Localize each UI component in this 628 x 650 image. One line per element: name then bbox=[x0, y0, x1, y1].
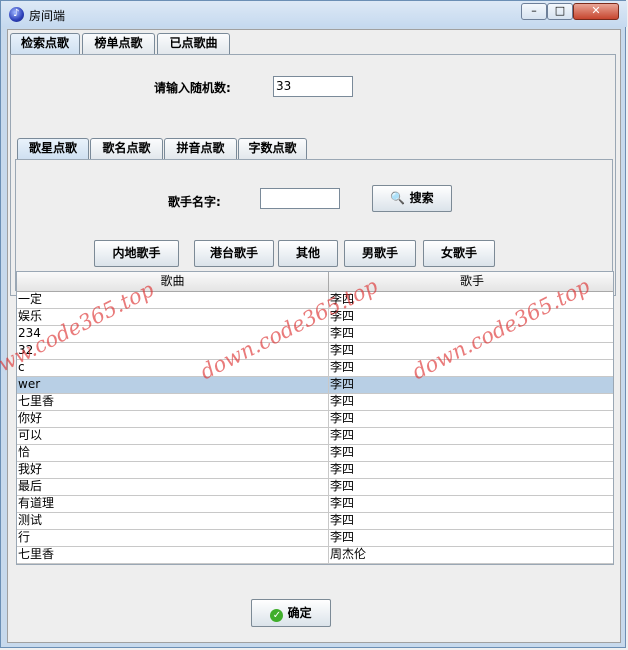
singer-cell: 周杰伦 bbox=[330, 547, 367, 561]
other-singers-button[interactable]: 其他 bbox=[278, 240, 338, 267]
random-number-input[interactable]: 33 bbox=[273, 76, 353, 97]
song-cell: 娱乐 bbox=[18, 309, 43, 323]
search-icon: 🔍 bbox=[390, 191, 406, 205]
table-row[interactable]: 娱乐 李四 bbox=[17, 309, 613, 326]
singer-name-input[interactable] bbox=[260, 188, 340, 209]
song-table[interactable]: 歌曲 歌手 一定 李四 娱乐 李四 234 李四 32 李四 c 李四 wer 李四 七里香 李四 你好 李四… bbox=[16, 271, 614, 565]
male-singers-button[interactable]: 男歌手 bbox=[344, 240, 416, 267]
table-row[interactable]: 可以 李四 bbox=[17, 428, 613, 445]
table-row[interactable]: 行 李四 bbox=[17, 530, 613, 547]
tab-search-songs[interactable]: 检索点歌 bbox=[10, 33, 80, 54]
song-cell: 234 bbox=[18, 326, 41, 340]
song-cell: 最后 bbox=[18, 479, 43, 493]
singer-cell: 刘若英 bbox=[330, 564, 614, 565]
singer-cell: 李四 bbox=[330, 513, 355, 527]
search-panel: 请输入随机数: 33 歌星点歌 歌名点歌 拼音点歌 字数点歌 歌手名字: 🔍 搜… bbox=[10, 54, 616, 296]
singer-cell: 李四 bbox=[330, 394, 355, 408]
window-title: 房间端 bbox=[29, 9, 66, 23]
column-divider bbox=[328, 292, 329, 564]
singer-cell: 李四 bbox=[330, 479, 355, 493]
column-header-song[interactable]: 歌曲 bbox=[17, 272, 329, 291]
singer-cell: 李四 bbox=[330, 360, 355, 374]
song-cell: 恰 bbox=[18, 445, 31, 459]
female-singers-button[interactable]: 女歌手 bbox=[423, 240, 495, 267]
confirm-button[interactable]: ✓ 确定 bbox=[251, 599, 331, 627]
table-row[interactable]: 测试 李四 bbox=[17, 513, 613, 530]
search-button[interactable]: 🔍 搜索 bbox=[372, 185, 452, 212]
table-row[interactable]: 最后 李四 bbox=[17, 479, 613, 496]
singer-cell: 李四 bbox=[330, 445, 355, 459]
table-row[interactable]: 后来刘若英 bbox=[17, 564, 614, 565]
song-cell: wer bbox=[18, 377, 41, 391]
song-cell: 一定 bbox=[18, 292, 43, 306]
table-header: 歌曲 歌手 bbox=[17, 272, 613, 292]
title-bar: ♪ 房间端 – □ ✕ bbox=[1, 1, 627, 27]
table-row[interactable]: 七里香 周杰伦 bbox=[17, 547, 613, 564]
table-row[interactable]: 一定 李四 bbox=[17, 292, 613, 309]
song-cell: 我好 bbox=[18, 462, 43, 476]
table-row[interactable]: 我好 李四 bbox=[17, 462, 613, 479]
confirm-button-label: 确定 bbox=[287, 606, 312, 620]
tab-by-singer[interactable]: 歌星点歌 bbox=[17, 138, 89, 159]
song-cell: 32 bbox=[18, 343, 34, 357]
search-button-label: 搜索 bbox=[409, 191, 434, 205]
singer-cell: 李四 bbox=[330, 496, 355, 510]
tab-chart-songs[interactable]: 榜单点歌 bbox=[82, 33, 155, 54]
close-button[interactable]: ✕ bbox=[573, 3, 619, 20]
singer-cell: 李四 bbox=[330, 292, 355, 306]
tab-by-pinyin[interactable]: 拼音点歌 bbox=[164, 138, 237, 159]
table-row[interactable]: wer 李四 bbox=[17, 377, 613, 394]
song-cell: 测试 bbox=[18, 513, 43, 527]
tab-by-char-count[interactable]: 字数点歌 bbox=[238, 138, 307, 159]
song-cell: 七里香 bbox=[18, 547, 55, 561]
hk-taiwan-singers-button[interactable]: 港台歌手 bbox=[194, 240, 274, 267]
table-row[interactable]: 你好 李四 bbox=[17, 411, 613, 428]
maximize-button[interactable]: □ bbox=[547, 3, 573, 20]
singer-cell: 李四 bbox=[330, 530, 355, 544]
song-cell: 可以 bbox=[18, 428, 43, 442]
tab-by-song-name[interactable]: 歌名点歌 bbox=[90, 138, 163, 159]
table-row[interactable]: 有道理 李四 bbox=[17, 496, 613, 513]
singer-cell: 李四 bbox=[330, 462, 355, 476]
song-cell: 你好 bbox=[18, 411, 43, 425]
singer-cell: 李四 bbox=[330, 326, 355, 340]
table-row[interactable]: 32 李四 bbox=[17, 343, 613, 360]
song-cell: c bbox=[18, 360, 25, 374]
table-row[interactable]: 234 李四 bbox=[17, 326, 613, 343]
table-row[interactable]: c 李四 bbox=[17, 360, 613, 377]
check-icon: ✓ bbox=[270, 609, 284, 622]
table-row[interactable]: 恰 李四 bbox=[17, 445, 613, 462]
mainland-singers-button[interactable]: 内地歌手 bbox=[94, 240, 179, 267]
tab-ordered-songs[interactable]: 已点歌曲 bbox=[157, 33, 230, 54]
singer-cell: 李四 bbox=[330, 343, 355, 357]
column-header-singer[interactable]: 歌手 bbox=[329, 272, 613, 291]
random-number-label: 请输入随机数: bbox=[154, 81, 231, 95]
table-row[interactable]: 七里香 李四 bbox=[17, 394, 613, 411]
singer-cell: 李四 bbox=[330, 377, 355, 391]
song-cell: 行 bbox=[18, 530, 31, 544]
singer-cell: 李四 bbox=[330, 411, 355, 425]
minimize-button[interactable]: – bbox=[521, 3, 547, 20]
singer-name-label: 歌手名字: bbox=[168, 195, 221, 209]
song-cell: 有道理 bbox=[18, 496, 55, 510]
singer-cell: 李四 bbox=[330, 309, 355, 323]
music-note-icon: ♪ bbox=[9, 7, 24, 22]
song-cell: 后来 bbox=[18, 564, 327, 565]
singer-cell: 李四 bbox=[330, 428, 355, 442]
table-body: 一定 李四 娱乐 李四 234 李四 32 李四 c 李四 wer 李四 七里香 李四 你好 李四 可以 李四恰李… bbox=[17, 292, 614, 565]
app-window: ♪ 房间端 – □ ✕ 检索点歌 榜单点歌 已点歌曲 请输入随机数: 33 歌星… bbox=[0, 0, 627, 648]
song-cell: 七里香 bbox=[18, 394, 55, 408]
